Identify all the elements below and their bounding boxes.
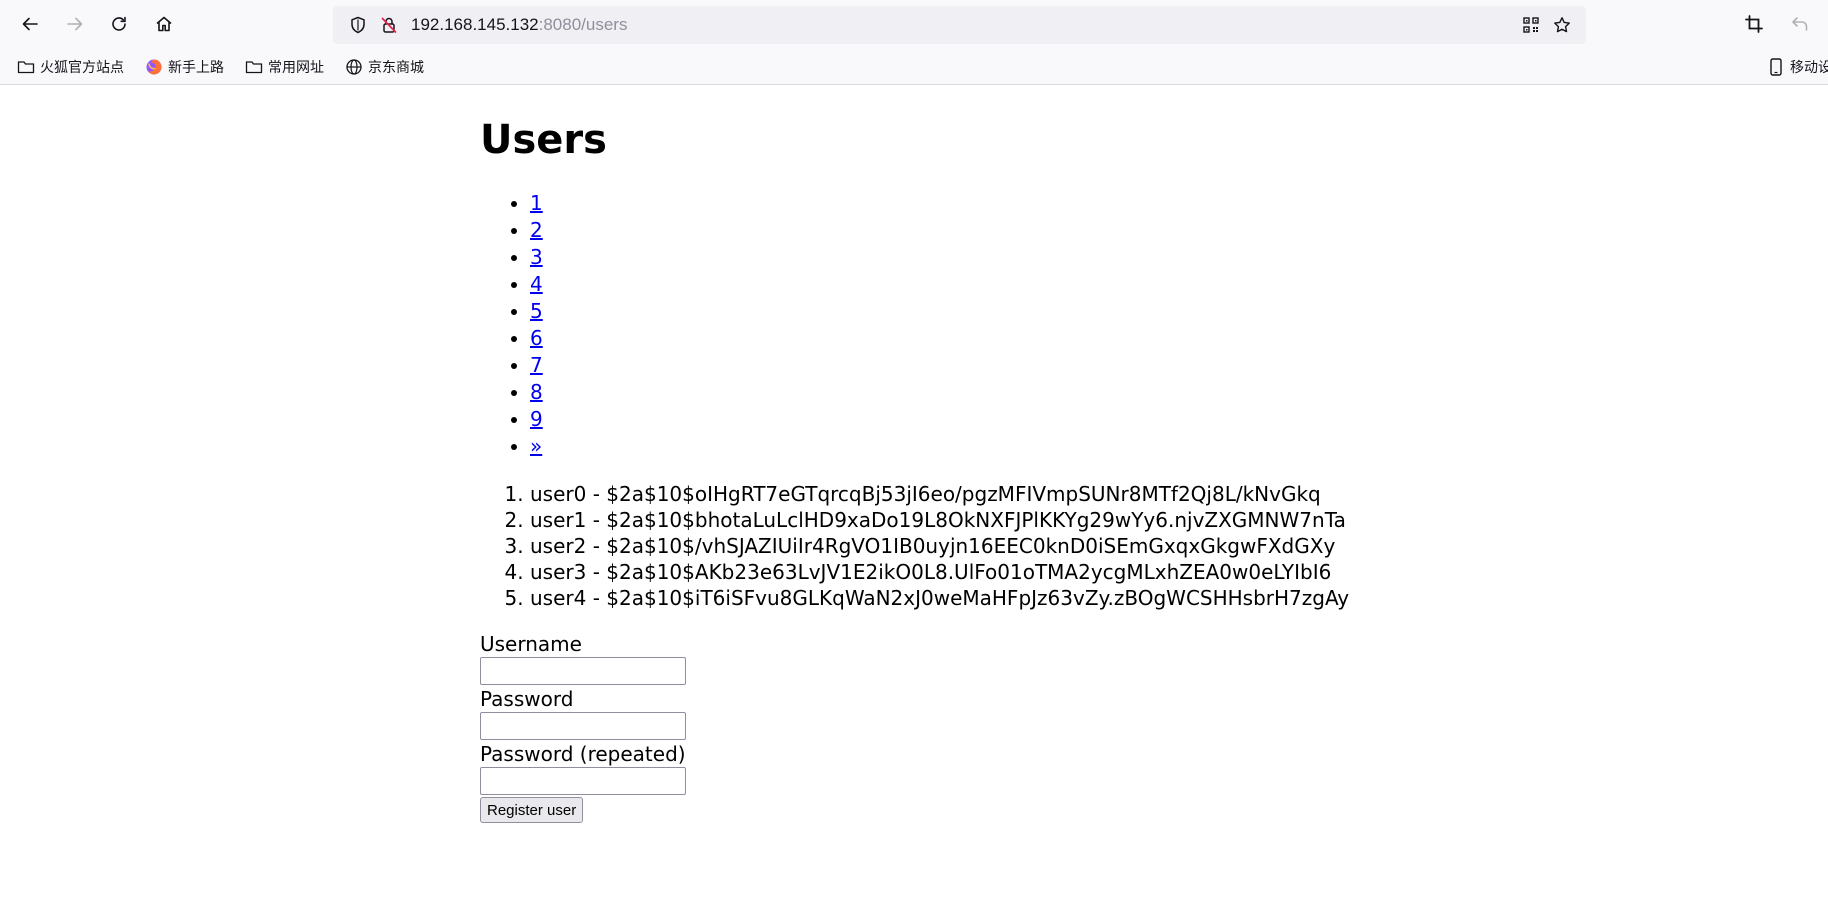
folder-icon [16, 57, 36, 77]
crop-icon [1745, 15, 1763, 33]
url-bar[interactable]: 192.168.145.132:8080/users [333, 6, 1586, 44]
globe-icon [344, 57, 364, 77]
undo-icon [1792, 17, 1808, 31]
pagination-item: 1 [530, 190, 543, 217]
mobile-phone-icon [1766, 57, 1786, 77]
password-repeat-label: Password (repeated) [480, 742, 686, 766]
user-list-item: user2 - $2a$10$/vhSJAZIUiIr4RgVO1IB0uyjn… [530, 533, 1349, 559]
folder-icon [244, 57, 264, 77]
user-list: user0 - $2a$10$oIHgRT7eGTqrcqBj53jI6eo/p… [480, 481, 1349, 611]
insecure-lock-icon[interactable] [374, 6, 404, 44]
shield-icon[interactable] [343, 6, 373, 44]
mobile-bookmarks[interactable]: 移动设 [1766, 50, 1828, 84]
page-link-9[interactable]: 9 [530, 407, 543, 431]
pagination-item: 8 [530, 379, 543, 406]
arrow-left-icon [22, 17, 38, 31]
register-form: Username Password Password (repeated) Re… [480, 632, 980, 823]
next-page-link[interactable]: » [530, 434, 542, 458]
pagination-item: 5 [530, 298, 543, 325]
page-link-3[interactable]: 3 [530, 245, 543, 269]
bookmark-jd-mall[interactable]: 京东商城 [344, 50, 424, 84]
reload-button[interactable] [102, 7, 136, 41]
page-link-2[interactable]: 2 [530, 218, 543, 242]
arrow-right-icon [67, 17, 83, 31]
username-label: Username [480, 632, 582, 656]
star-bookmark-icon[interactable] [1547, 6, 1577, 44]
back-button[interactable] [13, 7, 47, 41]
pagination-item: 4 [530, 271, 543, 298]
page-title: Users [480, 117, 607, 163]
bookmark-label: 京东商城 [368, 60, 424, 76]
bookmark-label: 火狐官方站点 [40, 60, 124, 76]
pagination-item: 9 [530, 406, 543, 433]
bookmark-label: 常用网址 [268, 60, 324, 76]
undo-button[interactable] [1783, 7, 1817, 41]
page-link-6[interactable]: 6 [530, 326, 543, 350]
url-text[interactable]: 192.168.145.132:8080/users [411, 6, 627, 44]
pagination: 1 2 3 4 5 6 7 8 9 » [480, 190, 543, 460]
pagination-item: 3 [530, 244, 543, 271]
page-link-7[interactable]: 7 [530, 353, 543, 377]
browser-toolbar: 192.168.145.132:8080/users [0, 0, 1828, 50]
username-input[interactable] [480, 657, 686, 685]
page-link-1[interactable]: 1 [530, 191, 543, 215]
bookmark-common-sites[interactable]: 常用网址 [244, 50, 324, 84]
url-path: :8080/users [538, 15, 628, 34]
password-input[interactable] [480, 712, 686, 740]
bookmark-label: 移动设 [1790, 60, 1828, 76]
pagination-item: 2 [530, 217, 543, 244]
user-list-item: user4 - $2a$10$iT6iSFvu8GLKqWaN2xJ0weMaH… [530, 585, 1349, 611]
home-button[interactable] [147, 7, 181, 41]
bookmark-label: 新手上路 [168, 60, 224, 76]
home-icon [156, 16, 172, 32]
qr-code-icon[interactable] [1516, 6, 1546, 44]
bookmarks-bar: 火狐官方站点 新手上路 常用网址 京东商城 移动设 [0, 50, 1828, 85]
pagination-item: » [530, 433, 543, 460]
user-list-item: user0 - $2a$10$oIHgRT7eGTqrcqBj53jI6eo/p… [530, 481, 1349, 507]
reload-icon [112, 16, 126, 31]
bookmark-getting-started[interactable]: 新手上路 [144, 50, 224, 84]
forward-button[interactable] [58, 7, 92, 41]
url-host: 192.168.145.132 [411, 15, 539, 34]
pagination-item: 6 [530, 325, 543, 352]
screenshot-button[interactable] [1737, 7, 1771, 41]
page-link-4[interactable]: 4 [530, 272, 543, 296]
page-link-8[interactable]: 8 [530, 380, 543, 404]
pagination-item: 7 [530, 352, 543, 379]
page-link-5[interactable]: 5 [530, 299, 543, 323]
bookmark-firefox-official[interactable]: 火狐官方站点 [16, 50, 124, 84]
register-user-button[interactable]: Register user [480, 797, 584, 823]
user-list-item: user3 - $2a$10$AKb23e63LvJV1E2ikO0L8.UlF… [530, 559, 1349, 585]
password-label: Password [480, 687, 574, 711]
firefox-icon [144, 57, 164, 77]
password-repeat-input[interactable] [480, 767, 686, 795]
user-list-item: user1 - $2a$10$bhotaLuLclHD9xaDo19L8OkNX… [530, 507, 1349, 533]
